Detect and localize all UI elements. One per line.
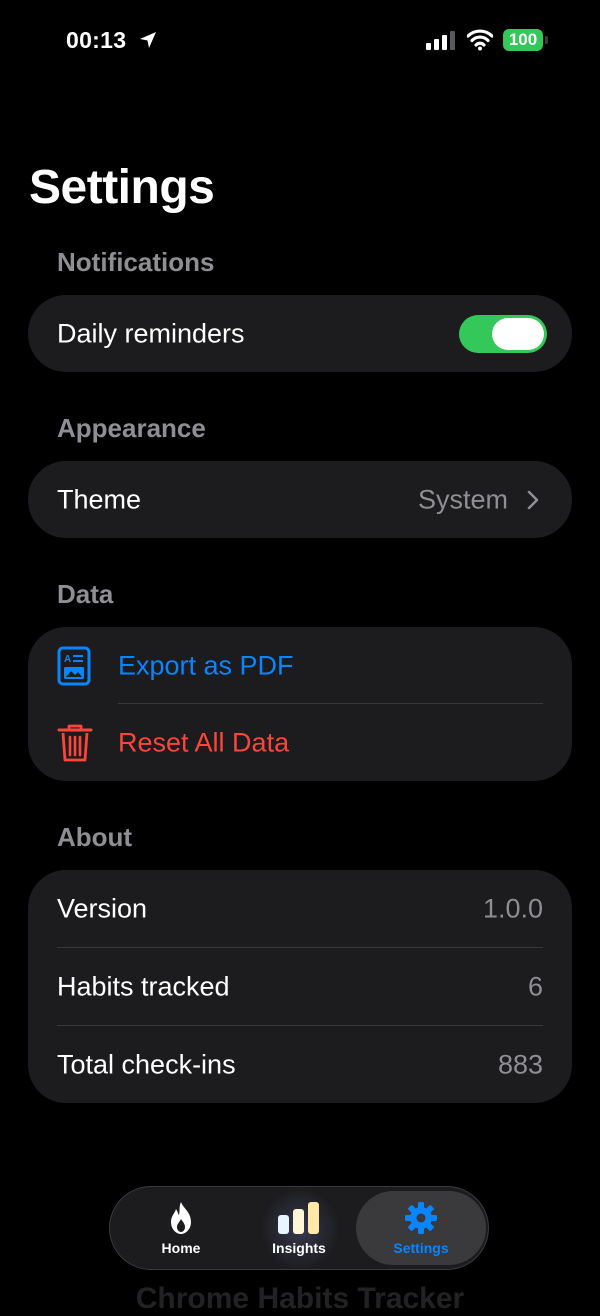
version-label: Version [57,893,148,923]
status-bar: 00:13 100 [0,0,600,82]
tab-settings[interactable]: Settings [356,1187,486,1269]
wifi-icon [467,29,493,51]
battery-indicator: 100 [503,29,543,51]
daily-reminders-toggle[interactable] [459,315,547,353]
gear-icon [405,1202,437,1234]
habits-tracked-label: Habits tracked [57,971,230,1001]
section-header-appearance: Appearance [57,413,206,443]
chevron-right-icon [527,490,539,509]
reset-data-row[interactable]: Reset All Data [28,704,572,781]
tab-insights[interactable]: Insights [238,1187,360,1269]
tab-insights-label: Insights [272,1240,326,1256]
trash-icon [57,724,93,761]
daily-reminders-label: Daily reminders [57,318,245,348]
bar-chart-icon [278,1202,319,1234]
about-card: Version 1.0.0 Habits tracked 6 Total che… [28,870,572,1103]
theme-value: System [417,484,508,514]
toggle-knob [492,318,544,350]
data-card: A Export as PDF Reset All Data [28,627,572,781]
tab-settings-label: Settings [393,1240,449,1256]
location-arrow-icon [140,32,156,48]
total-checkins-label: Total check-ins [57,1049,236,1079]
document-image-icon: A [57,646,91,685]
app-footer-text: Chrome Habits Tracker [135,1282,465,1315]
tab-bar: Home Insights Settings [109,1186,489,1270]
status-time: 00:13 [66,27,127,53]
section-header-data: Data [57,579,114,609]
theme-row[interactable]: Theme System [28,461,572,538]
tab-home[interactable]: Home [120,1187,242,1269]
page-title: Settings [29,161,215,214]
total-checkins-row: Total check-ins 883 [28,1026,572,1103]
tab-home-label: Home [161,1240,201,1256]
cellular-signal-icon [426,31,455,50]
reset-data-label: Reset All Data [118,727,290,757]
habits-tracked-row: Habits tracked 6 [28,948,572,1025]
section-header-notifications: Notifications [57,247,215,277]
battery-tip [545,36,548,44]
notifications-card: Daily reminders [28,295,572,372]
flame-icon [171,1202,191,1234]
svg-text:A: A [64,654,71,665]
daily-reminders-row: Daily reminders [28,295,572,372]
appearance-card: Theme System [28,461,572,538]
theme-label: Theme [57,484,142,514]
section-header-about: About [57,822,133,852]
total-checkins-value: 883 [497,1049,543,1079]
export-pdf-row[interactable]: A Export as PDF [28,627,572,704]
version-row: Version 1.0.0 [28,870,572,947]
habits-tracked-value: 6 [527,971,543,1001]
export-pdf-label: Export as PDF [118,650,294,680]
version-value: 1.0.0 [482,893,543,923]
